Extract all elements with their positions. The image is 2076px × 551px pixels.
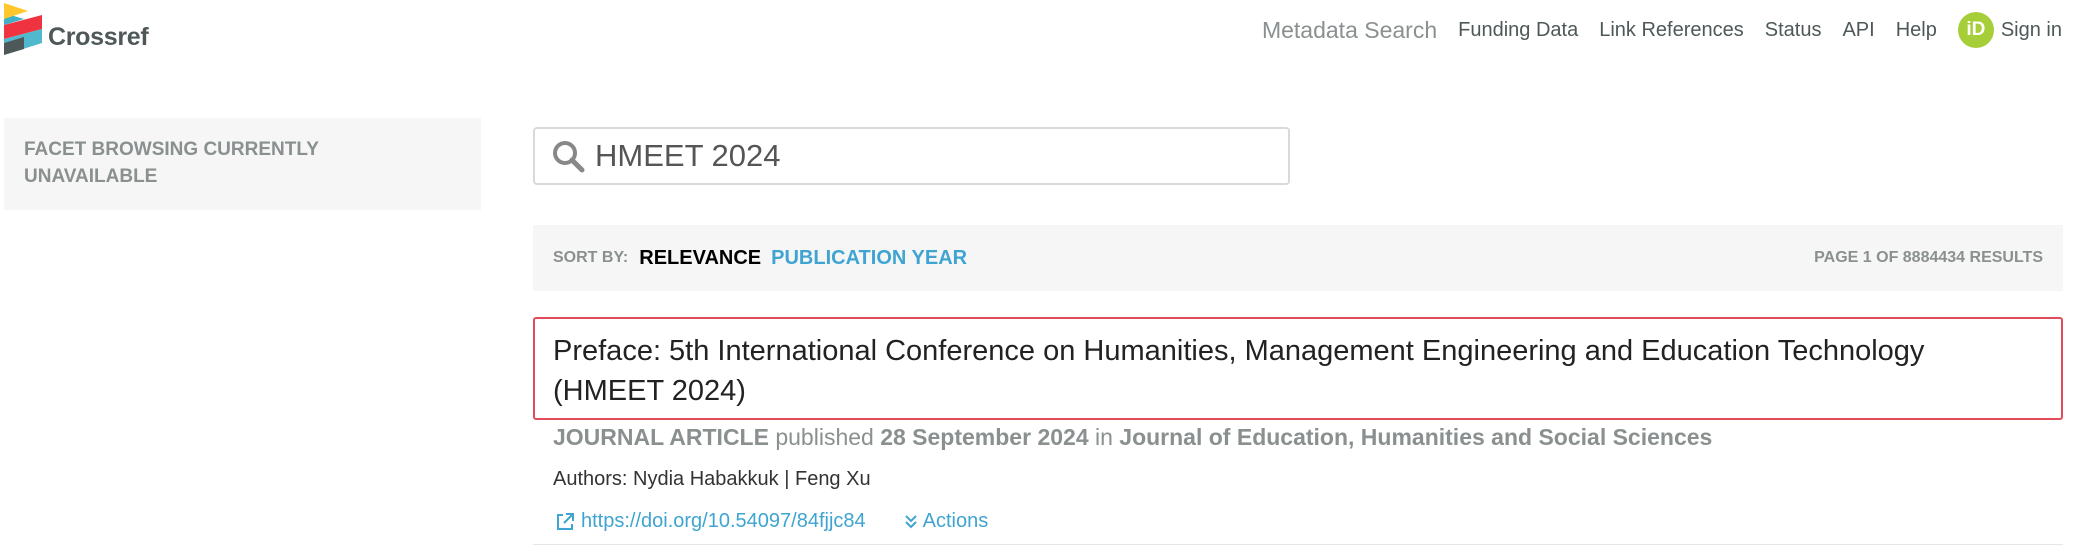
results-count: PAGE 1 OF 8884434 RESULTS xyxy=(1814,249,2043,266)
crossref-logo-mark-icon xyxy=(4,3,42,55)
facet-unavailable-text: FACET BROWSING CURRENTLY UNAVAILABLE xyxy=(24,139,319,187)
sort-bar: SORT BY: RELEVANCE PUBLICATION YEAR PAGE… xyxy=(533,225,2063,291)
orcid-icon: iD xyxy=(1957,12,1994,48)
actions-label: Actions xyxy=(922,510,989,532)
orcid-sign-in[interactable]: iD Sign in xyxy=(1957,12,2062,48)
result-divider xyxy=(533,544,2063,545)
top-nav: Metadata Search Funding Data Link Refere… xyxy=(1262,0,2076,60)
sort-relevance[interactable]: RELEVANCE xyxy=(639,247,761,270)
result-date: 28 September 2024 xyxy=(880,424,1089,450)
site-header: Crossref Metadata Search Funding Data Li… xyxy=(0,0,2076,70)
result-links: https://doi.org/10.54097/84fjjc84 Action… xyxy=(555,510,988,533)
search-icon xyxy=(551,139,585,173)
search-input[interactable] xyxy=(595,138,1245,174)
double-chevron-down-icon xyxy=(904,514,917,528)
nav-metadata-search[interactable]: Metadata Search xyxy=(1262,17,1437,44)
nav-help[interactable]: Help xyxy=(1896,19,1937,42)
result-type: JOURNAL ARTICLE xyxy=(553,424,769,450)
result-title-box[interactable]: Preface: 5th International Conference on… xyxy=(533,317,2063,420)
search-box[interactable] xyxy=(533,127,1290,185)
result-journal: Journal of Education, Humanities and Soc… xyxy=(1119,424,1713,450)
actions-dropdown[interactable]: Actions xyxy=(904,510,989,533)
in-word: in xyxy=(1095,424,1113,450)
published-word: published xyxy=(775,424,874,450)
sort-by-label: SORT BY: xyxy=(553,249,629,266)
doi-link[interactable]: https://doi.org/10.54097/84fjjc84 xyxy=(555,510,866,533)
result-meta: JOURNAL ARTICLE published 28 September 2… xyxy=(553,424,1712,451)
nav-api[interactable]: API xyxy=(1842,19,1874,42)
external-link-icon xyxy=(557,512,574,530)
facet-panel: FACET BROWSING CURRENTLY UNAVAILABLE xyxy=(4,118,481,210)
doi-text: https://doi.org/10.54097/84fjjc84 xyxy=(581,510,866,532)
crossref-logo[interactable]: Crossref xyxy=(4,3,149,55)
sort-publication-year[interactable]: PUBLICATION YEAR xyxy=(771,247,967,270)
sign-in-label: Sign in xyxy=(2000,18,2062,41)
result-title[interactable]: Preface: 5th International Conference on… xyxy=(553,331,2043,411)
brand-name: Crossref xyxy=(48,23,149,51)
result-authors: Authors: Nydia Habakkuk | Feng Xu xyxy=(553,468,871,490)
nav-link-references[interactable]: Link References xyxy=(1599,19,1744,42)
nav-status[interactable]: Status xyxy=(1765,19,1822,42)
nav-funding-data[interactable]: Funding Data xyxy=(1458,19,1578,42)
